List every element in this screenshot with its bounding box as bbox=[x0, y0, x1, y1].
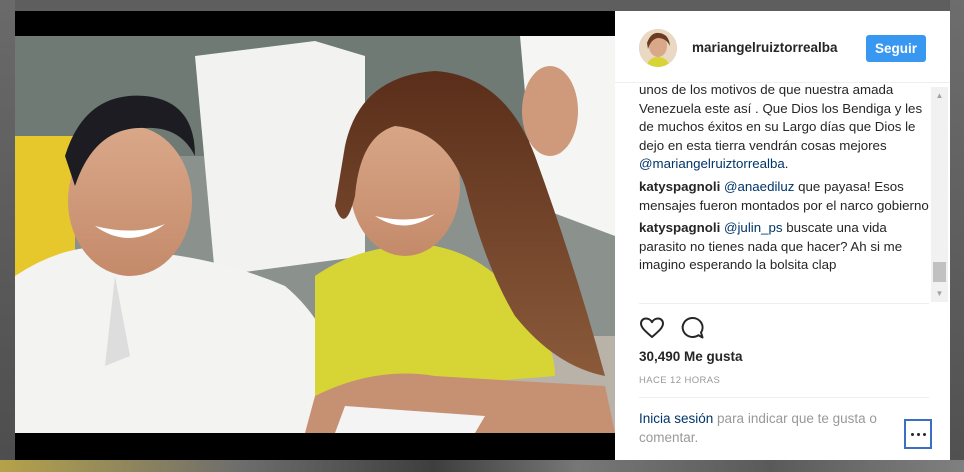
scroll-up-arrow-icon[interactable]: ▲ bbox=[931, 87, 948, 104]
comment-username[interactable]: katyspagnoli bbox=[639, 179, 720, 194]
likes-count[interactable]: 30,490 Me gusta bbox=[639, 349, 743, 364]
post-photo-image bbox=[15, 36, 615, 433]
mention-link[interactable]: @anaediluz bbox=[724, 179, 794, 194]
avatar-image bbox=[639, 29, 677, 67]
follow-button[interactable]: Seguir bbox=[866, 35, 926, 62]
post-header: mariangelruiztorrealba Seguir bbox=[615, 11, 950, 83]
login-prompt: Inicia sesión para indicar que te gusta … bbox=[639, 409, 894, 447]
comment-text: unos de los motivos de que nuestra amada… bbox=[639, 83, 923, 153]
comment-item: katyspagnoli @anaediluz que payasa! Esos… bbox=[639, 178, 929, 215]
comment-item: unos de los motivos de que nuestra amada… bbox=[639, 83, 929, 174]
comments-scrollbar[interactable]: ▲ ▼ bbox=[931, 87, 948, 302]
comment-item: katyspagnoli @julin_ps buscate una vida … bbox=[639, 219, 929, 275]
post-sidebar: mariangelruiztorrealba Seguir unos de lo… bbox=[615, 11, 950, 460]
heart-outline-icon[interactable] bbox=[639, 315, 665, 341]
comments-list: unos de los motivos de que nuestra amada… bbox=[639, 83, 929, 302]
page-background-left bbox=[0, 0, 15, 472]
mention-link[interactable]: @mariangelruiztorrealba bbox=[639, 156, 785, 171]
username-link[interactable]: mariangelruiztorrealba bbox=[692, 40, 838, 55]
page-background-bottom bbox=[0, 460, 964, 472]
comment-username[interactable]: katyspagnoli bbox=[639, 220, 720, 235]
ellipsis-icon[interactable] bbox=[904, 419, 932, 449]
mention-link[interactable]: @julin_ps bbox=[724, 220, 783, 235]
post-photo bbox=[15, 36, 615, 433]
post-timestamp[interactable]: HACE 12 HORAS bbox=[639, 375, 720, 386]
scrollbar-thumb[interactable] bbox=[933, 262, 946, 282]
page-background-right bbox=[950, 0, 964, 472]
login-link[interactable]: Inicia sesión bbox=[639, 411, 713, 426]
comment-text-end: . bbox=[784, 156, 789, 172]
speech-bubble-icon[interactable] bbox=[679, 315, 705, 341]
divider bbox=[639, 303, 929, 304]
post-modal: mariangelruiztorrealba Seguir unos de lo… bbox=[15, 11, 950, 460]
avatar[interactable] bbox=[639, 29, 677, 67]
scroll-down-arrow-icon[interactable]: ▼ bbox=[931, 285, 948, 302]
divider bbox=[639, 397, 929, 398]
